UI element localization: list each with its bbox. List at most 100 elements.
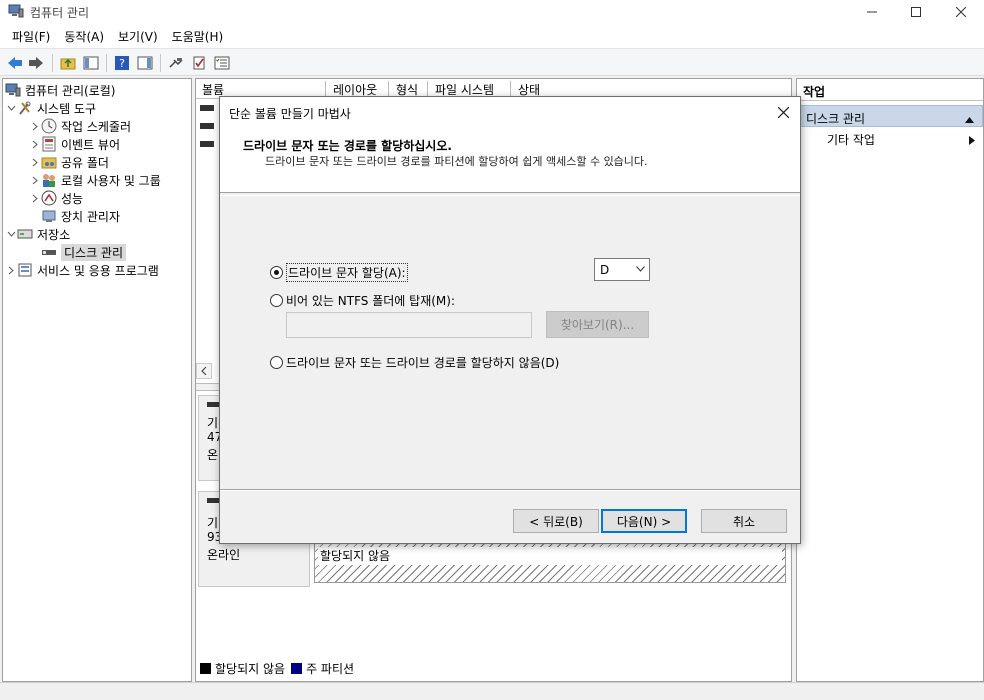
column-type[interactable]: 형식 [390, 81, 428, 97]
tree-label: 서비스 및 응용 프로그램 [37, 263, 159, 278]
device-manager-icon [41, 208, 57, 224]
back-arrow-icon[interactable] [5, 53, 25, 73]
dialog-title-bar: 단순 볼륨 만들기 마법사 [220, 97, 800, 127]
column-status[interactable]: 상태 [512, 81, 612, 97]
option-label: 드라이브 문자 또는 드라이브 경로를 할당하지 않음(D) [286, 356, 560, 370]
disk-status: 온라인 [207, 548, 241, 562]
shared-folder-icon [41, 154, 57, 170]
tree-item-shared-folders[interactable]: 공유 폴더 [29, 153, 109, 171]
scroll-left-button[interactable] [196, 363, 212, 379]
radio-button[interactable] [270, 356, 283, 369]
volume-icon [200, 141, 214, 147]
tree-item-root[interactable]: 컴퓨터 관리(로컬) [5, 81, 115, 99]
column-file-system[interactable]: 파일 시스템 [429, 81, 511, 97]
tree-label: 디스크 관리 [61, 243, 127, 261]
toolbar: ? [0, 48, 984, 76]
column-volume[interactable]: 볼륨 [196, 81, 326, 97]
tree-item-device-manager[interactable]: 장치 관리자 [41, 207, 120, 225]
disk-type: 기 [207, 416, 219, 430]
dialog-title: 단순 볼륨 만들기 마법사 [229, 107, 351, 121]
next-button[interactable]: 다음(N) > [601, 509, 687, 533]
tree-item-disk-management[interactable]: 디스크 관리 [41, 243, 127, 261]
tree-label: 이벤트 뷰어 [61, 137, 121, 152]
option-label: 비어 있는 NTFS 폴더에 탑재(M): [286, 294, 455, 308]
drive-letter-select[interactable]: D [594, 258, 650, 281]
tree-item-system-tools[interactable]: 시스템 도구 [5, 99, 96, 117]
chevron-right-icon[interactable] [29, 122, 41, 131]
radio-no-drive-letter[interactable]: 드라이브 문자 또는 드라이브 경로를 할당하지 않음(D) [270, 354, 559, 371]
chevron-right-icon[interactable] [29, 176, 41, 185]
chevron-down-icon[interactable] [5, 105, 17, 111]
menu-action[interactable]: 동작(A) [58, 28, 110, 45]
partition-label: 할당되지 않음 [318, 547, 782, 565]
properties-icon[interactable] [212, 53, 232, 73]
tree-item-services[interactable]: 서비스 및 응용 프로그램 [5, 261, 159, 279]
tree-label: 성능 [61, 191, 84, 206]
collapse-up-icon[interactable] [965, 112, 974, 126]
dialog-close-button[interactable] [772, 101, 794, 123]
chevron-right-icon[interactable] [5, 266, 17, 275]
radio-assign-drive-letter[interactable]: 드라이브 문자 할당(A): [270, 263, 408, 282]
tree-item-local-users[interactable]: 로컬 사용자 및 그룹 [29, 171, 161, 189]
forward-arrow-icon[interactable] [26, 53, 46, 73]
browse-button[interactable]: 찾아보기(R)... [546, 311, 649, 338]
chevron-right-icon[interactable] [29, 194, 41, 203]
computer-management-icon [8, 4, 24, 18]
legend-swatch-unallocated [200, 662, 211, 674]
tree-label: 컴퓨터 관리(로컬) [25, 83, 116, 98]
action-section-label: 디스크 관리 [806, 112, 866, 126]
tree-item-performance[interactable]: 성능 [29, 189, 83, 207]
action-pane-header: 작업 [797, 79, 983, 101]
action-more-label: 기타 작업 [827, 133, 875, 147]
clock-icon [41, 118, 57, 134]
up-folder-icon[interactable] [58, 53, 78, 73]
radio-button[interactable] [270, 266, 283, 279]
minimize-button[interactable] [849, 0, 895, 24]
dialog-subheading: 드라이브 문자 또는 드라이브 경로를 파티션에 할당하여 쉽게 액세스할 수 … [265, 155, 648, 168]
chevron-down-icon[interactable] [5, 231, 17, 237]
help-icon[interactable]: ? [112, 53, 132, 73]
dialog-header: 드라이브 문자 또는 경로를 할당하십시오. 드라이브 문자 또는 드라이브 경… [220, 127, 800, 193]
svg-text:?: ? [119, 57, 125, 70]
column-layout[interactable]: 레이아웃 [327, 81, 389, 97]
submenu-arrow-icon[interactable] [969, 134, 975, 148]
connect-icon[interactable] [166, 53, 186, 73]
drive-letter-value: D [600, 263, 610, 277]
show-action-pane-icon[interactable] [135, 53, 155, 73]
radio-mount-ntfs-folder[interactable]: 비어 있는 NTFS 폴더에 탑재(M): [270, 292, 455, 309]
maximize-button[interactable] [893, 0, 939, 24]
tree-label: 로컬 사용자 및 그룹 [61, 173, 161, 188]
chevron-right-icon[interactable] [29, 140, 41, 149]
unallocated-partition[interactable]: 할당되지 않음 [314, 543, 786, 583]
tree-item-task-scheduler[interactable]: 작업 스케줄러 [29, 117, 131, 135]
action-more-actions[interactable]: 기타 작업 [827, 131, 875, 148]
back-button[interactable]: < 뒤로(B) [513, 509, 599, 533]
event-viewer-icon [41, 136, 57, 152]
menu-view[interactable]: 보기(V) [112, 28, 164, 45]
mount-path-input[interactable] [286, 312, 532, 338]
legend-unallocated: 할당되지 않음 [215, 661, 286, 676]
action-pane: 작업 디스크 관리 기타 작업 [796, 78, 984, 682]
cancel-button[interactable]: 취소 [701, 509, 787, 533]
tree-label: 저장소 [37, 227, 71, 242]
close-button[interactable] [938, 0, 984, 24]
menu-file[interactable]: 파일(F) [6, 28, 56, 45]
action-section-disk-management[interactable]: 디스크 관리 [799, 105, 983, 127]
storage-icon [17, 226, 33, 242]
check-document-icon[interactable] [189, 53, 209, 73]
tree-label: 장치 관리자 [61, 209, 121, 224]
services-icon [17, 262, 33, 278]
tree-item-event-viewer[interactable]: 이벤트 뷰어 [29, 135, 120, 153]
dialog-heading: 드라이브 문자 또는 경로를 할당하십시오. [243, 139, 452, 153]
performance-icon [41, 190, 57, 206]
chevron-right-icon[interactable] [29, 158, 41, 167]
tree-item-storage[interactable]: 저장소 [5, 225, 70, 243]
menu-help[interactable]: 도움말(H) [166, 28, 230, 45]
status-bar [0, 682, 984, 700]
disk-management-icon [41, 244, 57, 260]
users-icon [41, 172, 57, 188]
radio-button[interactable] [270, 294, 283, 307]
disk-status: 온 [207, 448, 219, 462]
console-tree-icon[interactable] [81, 53, 101, 73]
tree-label: 공유 폴더 [61, 155, 109, 170]
